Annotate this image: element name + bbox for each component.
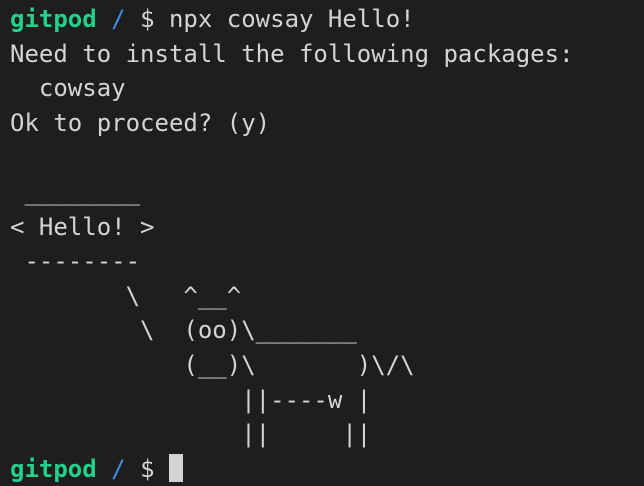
active-prompt-line[interactable]: gitpod / $ — [10, 452, 644, 486]
output-line: < Hello! > — [10, 212, 155, 241]
prompt-path: / — [111, 5, 126, 33]
output-line: ||----w | — [10, 385, 372, 414]
output-line: Need to install the following packages: — [10, 39, 574, 68]
terminal-window[interactable]: gitpod / $ npx cowsay Hello! Need to ins… — [0, 0, 644, 483]
output-line: || || — [10, 420, 372, 449]
output-line: -------- — [10, 247, 141, 276]
prompt-user: gitpod — [10, 5, 97, 33]
text-cursor[interactable] — [168, 453, 183, 482]
prompt-symbol: $ — [140, 5, 155, 33]
output-line: \ (oo)\_______ — [10, 316, 357, 345]
output-line: \ ^__^ — [10, 281, 242, 310]
output-line: (__)\ )\/\ — [10, 350, 415, 379]
output-line: ________ — [10, 177, 141, 206]
prompt-symbol: $ — [140, 454, 155, 483]
output-line: cowsay — [10, 74, 126, 103]
prompt-user: gitpod — [10, 454, 97, 483]
command-line: gitpod / $ npx cowsay Hello! — [10, 2, 644, 37]
command-text: npx cowsay Hello! — [168, 5, 415, 33]
output-line: Ok to proceed? (y) — [10, 108, 271, 137]
prompt-path: / — [111, 454, 126, 483]
